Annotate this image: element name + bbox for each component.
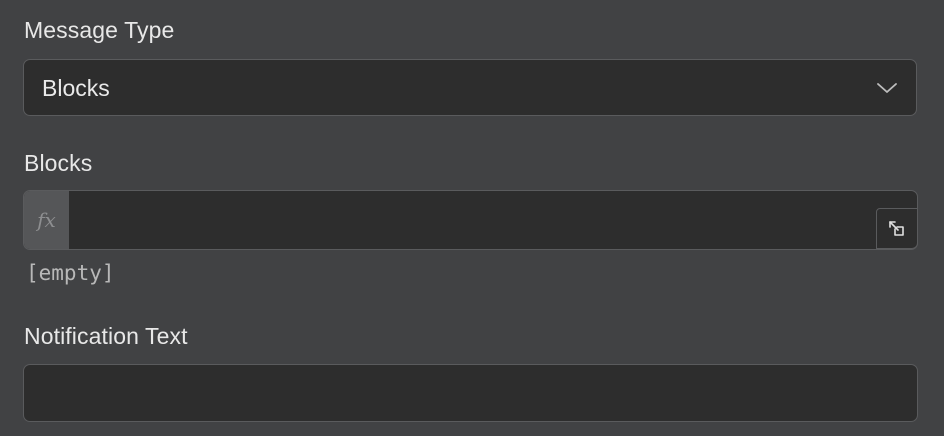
message-type-label: Message Type	[24, 17, 175, 43]
message-type-select[interactable]: Blocks	[23, 59, 917, 116]
blocks-expression-input[interactable]: fx	[23, 190, 918, 250]
expand-icon	[889, 220, 904, 236]
blocks-label: Blocks	[24, 150, 93, 176]
fx-icon: fx	[24, 191, 69, 249]
chevron-down-icon	[877, 83, 897, 93]
blocks-empty-hint: [empty]	[26, 261, 115, 285]
settings-panel: Message Type Blocks Blocks fx [empty] No…	[0, 0, 944, 436]
notification-text-label: Notification Text	[24, 323, 188, 349]
expand-editor-button[interactable]	[876, 208, 918, 249]
message-type-value: Blocks	[42, 75, 110, 101]
notification-text-input[interactable]	[23, 364, 918, 422]
